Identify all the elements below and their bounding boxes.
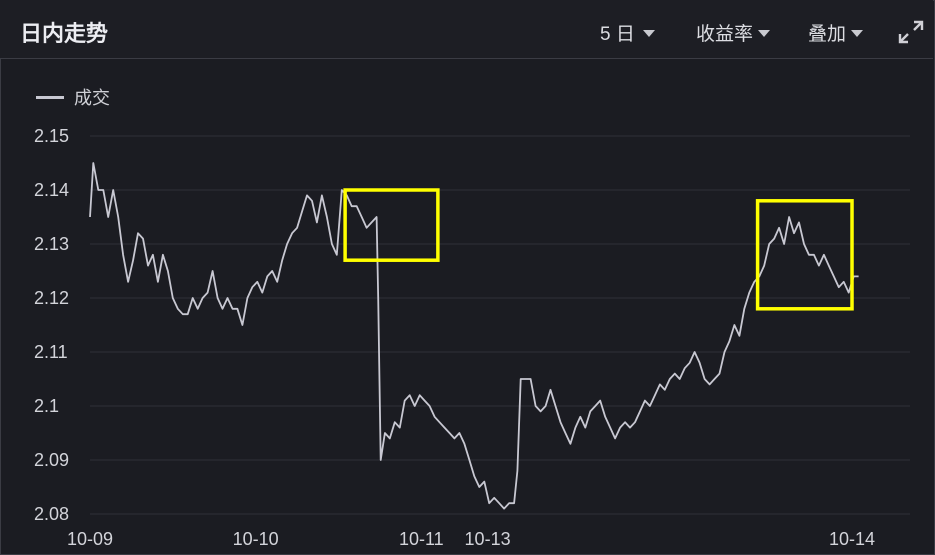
overlay-label: 叠加 xyxy=(808,24,847,45)
y-tick-label: 2.08 xyxy=(34,504,69,524)
chevron-down-icon xyxy=(851,30,864,37)
y-tick-label: 2.12 xyxy=(34,288,69,308)
x-tick-label: 10-09 xyxy=(67,529,113,549)
period-label: 5 日 xyxy=(600,24,635,45)
chevron-down-icon xyxy=(642,30,655,37)
chevron-down-icon xyxy=(758,30,771,37)
x-tick-label: 10-11 xyxy=(399,529,444,549)
highlight-box xyxy=(755,199,854,311)
y-tick-label: 2.09 xyxy=(34,450,69,470)
intraday-line-chart: 2.15 2.14 2.13 2.12 2.11 2.1 2.09 2.08 10-09 10-1… xyxy=(34,126,910,549)
y-tick-label: 2.14 xyxy=(34,180,69,200)
expand-arrows-icon[interactable] xyxy=(898,20,924,44)
y-tick-label: 2.11 xyxy=(34,342,68,362)
y-tick-label: 2.15 xyxy=(34,126,69,146)
metric-dropdown[interactable]: 收益率 xyxy=(696,19,771,46)
x-tick-label: 10-14 xyxy=(829,529,875,549)
panel-header: 日内走势 5 日 收益率 叠加 xyxy=(0,0,933,59)
metric-label: 收益率 xyxy=(696,24,754,45)
x-tick-label: 10-13 xyxy=(465,529,511,549)
overlay-dropdown[interactable]: 叠加 xyxy=(808,19,864,46)
x-tick-label: 10-10 xyxy=(233,529,279,549)
y-tick-label: 2.13 xyxy=(34,234,69,254)
highlight-box xyxy=(343,188,440,262)
panel-title: 日内走势 xyxy=(20,21,109,46)
price-line xyxy=(89,162,859,510)
y-tick-label: 2.1 xyxy=(34,396,59,416)
period-dropdown[interactable]: 5 日 xyxy=(600,19,655,46)
